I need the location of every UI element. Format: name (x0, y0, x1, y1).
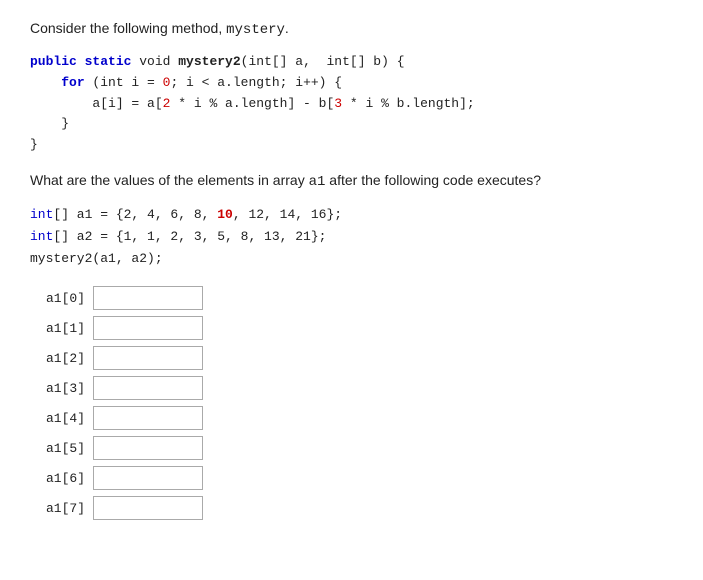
answer-label-1: a1[1] (30, 321, 85, 336)
answer-input-5[interactable] (93, 436, 203, 460)
intro-text: Consider the following method, mystery. (30, 20, 673, 38)
answer-label-6: a1[6] (30, 471, 85, 486)
answer-label-0: a1[0] (30, 291, 85, 306)
answer-row: a1[6] (30, 466, 673, 490)
answer-row: a1[0] (30, 286, 673, 310)
answer-label-4: a1[4] (30, 411, 85, 426)
answer-row: a1[3] (30, 376, 673, 400)
answer-input-6[interactable] (93, 466, 203, 490)
answer-row: a1[2] (30, 346, 673, 370)
answer-row: a1[4] (30, 406, 673, 430)
answer-row: a1[5] (30, 436, 673, 460)
answer-label-3: a1[3] (30, 381, 85, 396)
method-code-block: public static void mystery2(int[] a, int… (30, 52, 673, 156)
question-text: What are the values of the elements in a… (30, 172, 673, 190)
answer-grid: a1[0] a1[1] a1[2] a1[3] a1[4] a1[5] a1[6] a1[7] (30, 286, 673, 520)
answer-row: a1[7] (30, 496, 673, 520)
answer-label-2: a1[2] (30, 351, 85, 366)
answer-input-7[interactable] (93, 496, 203, 520)
answer-label-5: a1[5] (30, 441, 85, 456)
answer-input-2[interactable] (93, 346, 203, 370)
answer-input-3[interactable] (93, 376, 203, 400)
code-snippet: int[] a1 = {2, 4, 6, 8, 10, 12, 14, 16};… (30, 204, 673, 270)
answer-label-7: a1[7] (30, 501, 85, 516)
answer-input-0[interactable] (93, 286, 203, 310)
answer-row: a1[1] (30, 316, 673, 340)
answer-input-1[interactable] (93, 316, 203, 340)
answer-input-4[interactable] (93, 406, 203, 430)
